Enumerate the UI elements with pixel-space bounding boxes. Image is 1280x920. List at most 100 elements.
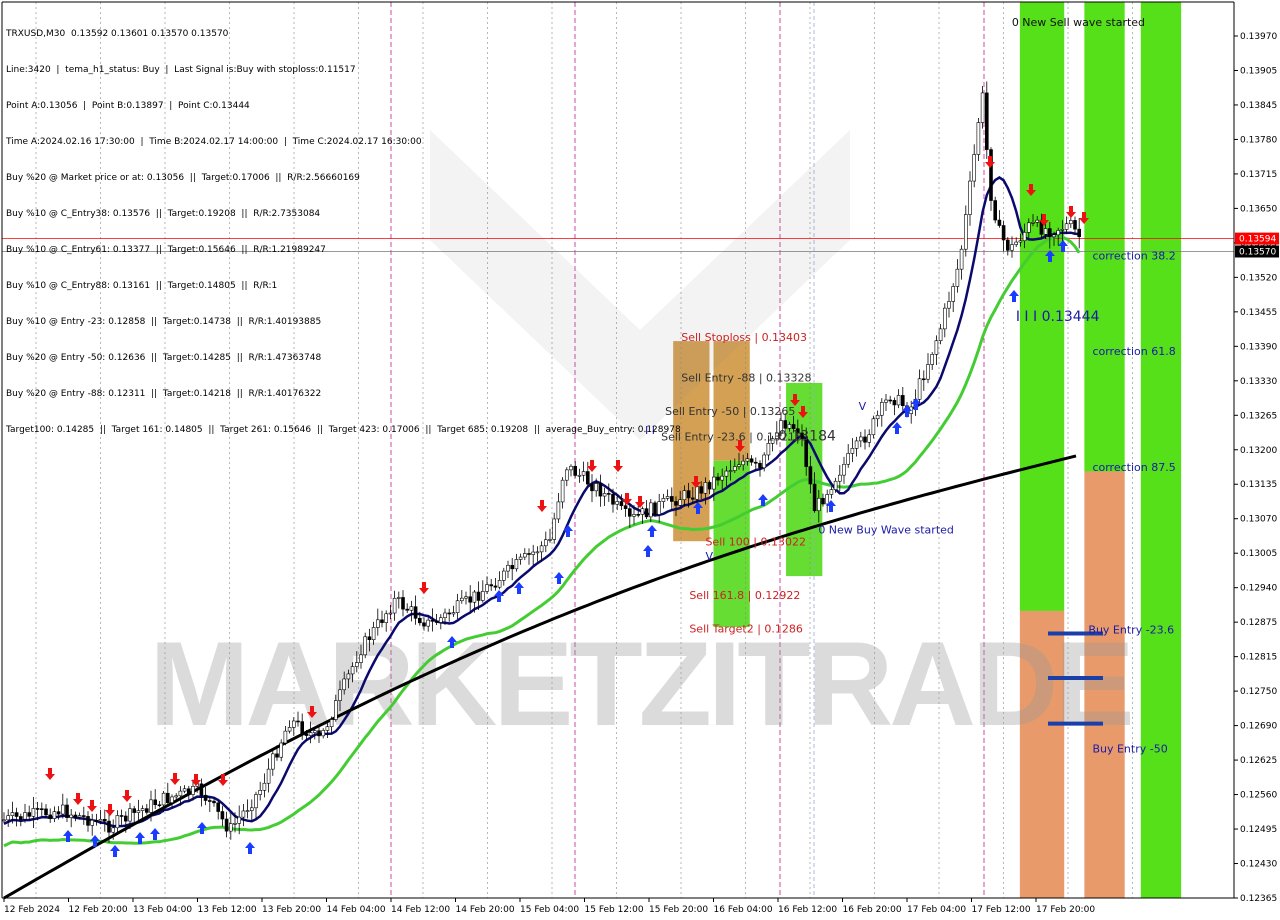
candle-body [535, 551, 540, 554]
annotation-label: 0.13184 [778, 428, 836, 444]
candle-body [716, 476, 720, 481]
candle-body [233, 823, 237, 825]
candle-body [1010, 244, 1014, 251]
candle-body [993, 200, 998, 221]
time-tick-label: 14 Feb 20:00 [456, 905, 515, 915]
candle-body [44, 808, 48, 816]
candle-body [455, 600, 460, 613]
time-tick-label: 16 Feb 04:00 [714, 905, 773, 915]
candle-body [623, 505, 628, 509]
candle-body [245, 810, 250, 812]
candle-body [644, 508, 649, 518]
candle-body [682, 490, 687, 501]
candle-body [842, 463, 846, 476]
candle-body [888, 399, 893, 402]
candle-body [136, 810, 141, 813]
candle-body [968, 180, 972, 215]
annotation-label: Buy Entry -23.6 [1088, 623, 1174, 636]
price-tick-label: 0.12750 [1240, 687, 1277, 697]
candle-body [749, 458, 754, 463]
price-tick-label: 0.12365 [1240, 894, 1277, 904]
candle-body [728, 470, 733, 472]
candle-body [829, 489, 834, 495]
candle-body [1077, 228, 1081, 237]
candle-body [690, 497, 695, 500]
candle-body [951, 286, 956, 302]
candle-body [220, 811, 225, 820]
annotation-label: correction 87.5 [1092, 461, 1175, 474]
info-line: Buy %10 @ C_Entry38: 0.13576 || Target:0… [6, 209, 321, 219]
candle-body [497, 580, 502, 588]
candle-body [18, 816, 23, 820]
candle-body [1064, 223, 1069, 230]
candle-body [56, 811, 61, 815]
annotation-label: V [859, 400, 867, 413]
info-line: Buy %20 @ Entry -50: 0.12636 || Target:0… [6, 353, 322, 363]
time-tick-label: 16 Feb 20:00 [843, 905, 902, 915]
candle-body [585, 471, 590, 485]
candle-body [590, 483, 594, 492]
candle-body [648, 502, 653, 518]
candle-body [900, 395, 905, 407]
price-tick-label: 0.13715 [1240, 170, 1277, 180]
candle-body [972, 154, 977, 182]
candle-body [296, 720, 300, 723]
candle-body [665, 496, 670, 499]
annotation-label: Buy Entry -50 [1092, 743, 1167, 756]
candle-body [1035, 219, 1039, 223]
candle-body [304, 733, 309, 736]
candle-body [396, 597, 401, 599]
candle-body [1018, 240, 1023, 243]
candle-body [459, 597, 464, 602]
candle-body [863, 436, 867, 443]
candle-body [325, 726, 330, 731]
candle-body [312, 730, 317, 733]
candle-body [921, 378, 926, 381]
candle-body [598, 483, 603, 497]
candle-body [997, 219, 1002, 226]
candle-body [808, 466, 813, 485]
candle-body [1073, 220, 1077, 230]
price-marker-label: 0.13570 [1239, 247, 1276, 257]
candle-body [1014, 241, 1019, 245]
candle-body [77, 815, 82, 818]
candle-body [527, 553, 531, 555]
annotation-label: 0 New Sell wave started [1012, 16, 1145, 29]
info-panel: TRXUSD,M30 0.13592 0.13601 0.13570 0.135… [6, 4, 681, 448]
candle-body [485, 584, 489, 592]
time-tick-label: 13 Feb 12:00 [198, 905, 257, 915]
candle-body [514, 559, 519, 570]
candle-body [60, 804, 65, 815]
candle-body [753, 461, 758, 464]
price-tick-label: 0.13455 [1240, 308, 1277, 318]
candle-body [581, 471, 586, 476]
price-tick-label: 0.12625 [1240, 756, 1277, 766]
candle-body [930, 354, 935, 365]
candle-body [636, 514, 641, 516]
price-tick-label: 0.13970 [1240, 32, 1277, 42]
candle-body [699, 486, 704, 494]
candle-body [401, 597, 405, 610]
candle-body [1001, 225, 1006, 241]
price-marker-label: 0.13594 [1239, 235, 1276, 245]
price-tick-label: 0.12940 [1240, 584, 1277, 594]
candle-body [564, 469, 569, 481]
candle-body [1060, 229, 1065, 231]
candle-body [434, 621, 439, 623]
price-tick-label: 0.13905 [1240, 66, 1277, 76]
candle-body [321, 730, 326, 737]
candle-body [569, 465, 573, 471]
candle-body [98, 819, 103, 822]
candle-body [132, 808, 136, 813]
candle-body [329, 719, 334, 728]
time-tick-label: 13 Feb 20:00 [262, 905, 321, 915]
candle-body [191, 785, 195, 795]
candle-body [35, 808, 40, 810]
candle-body [686, 490, 691, 499]
candle-body [884, 399, 888, 403]
candle-body [426, 619, 431, 627]
candle-body [821, 497, 825, 505]
candle-body [174, 795, 178, 798]
candle-body [871, 418, 876, 436]
info-line: Line:3420 | tema_h1_status: Buy | Last S… [6, 65, 356, 75]
